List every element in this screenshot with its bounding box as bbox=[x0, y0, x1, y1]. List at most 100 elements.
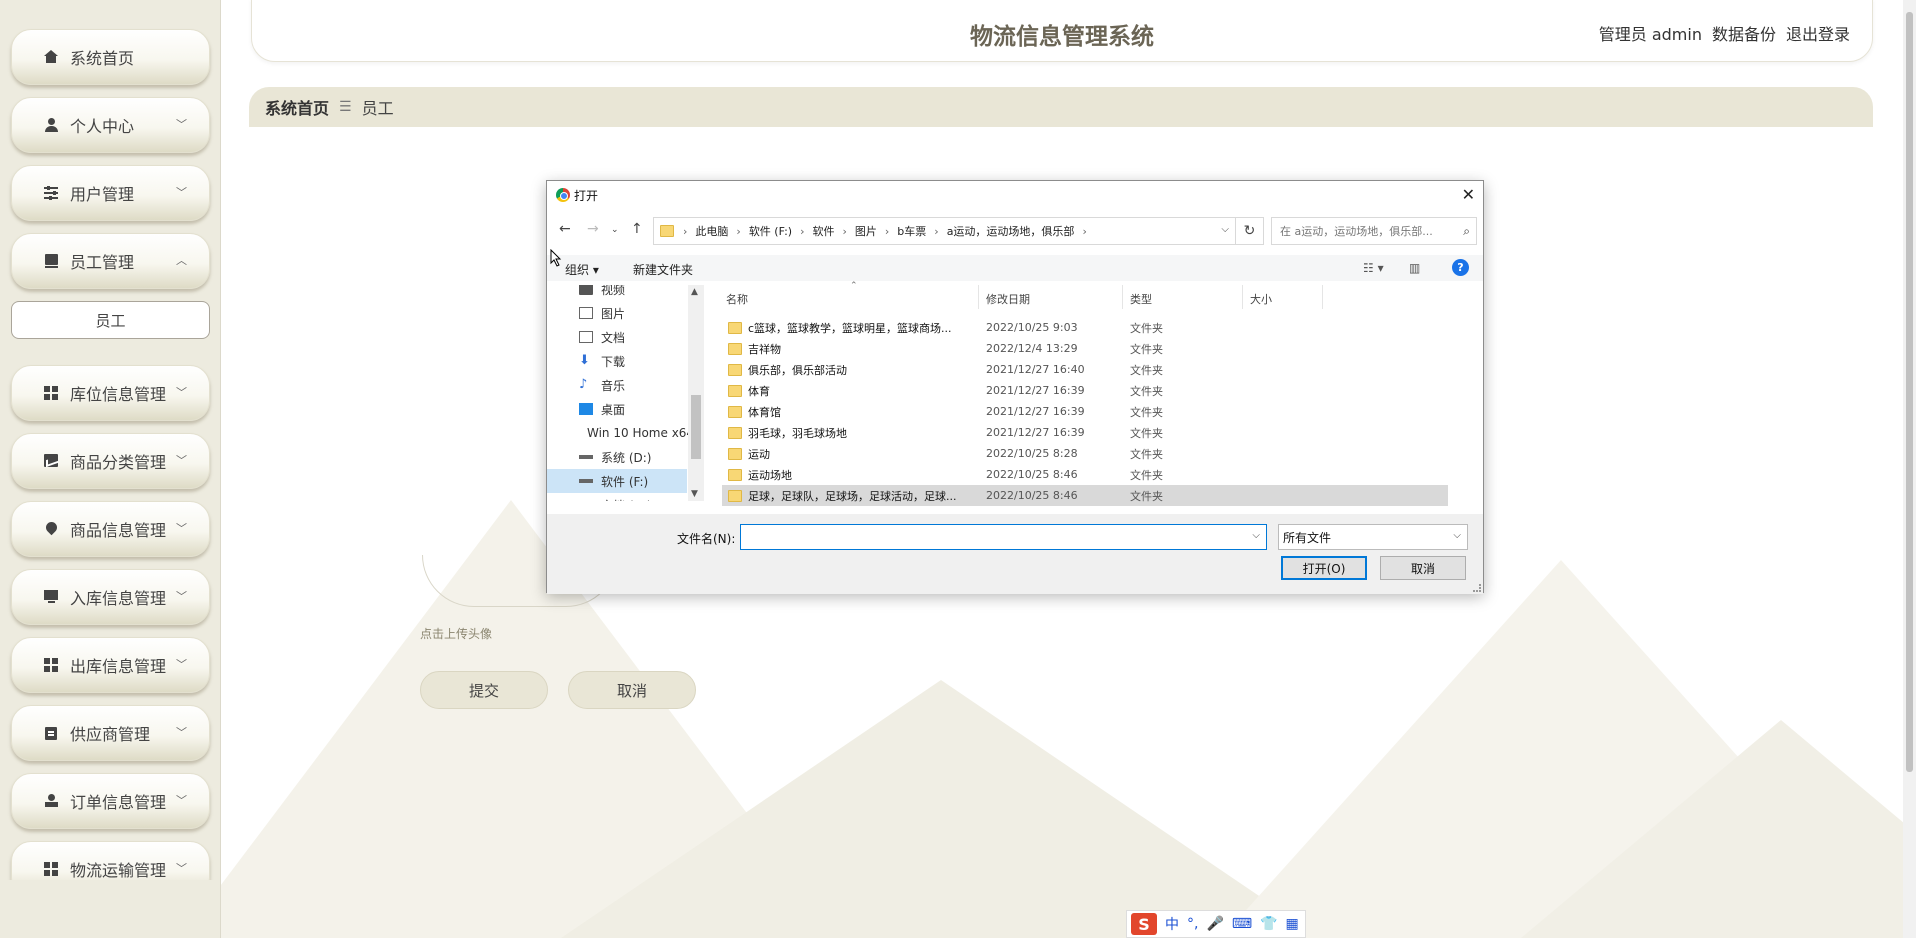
chevron-down-icon[interactable]: ⌵ bbox=[1252, 530, 1260, 541]
sogou-ime-icon[interactable]: S bbox=[1131, 913, 1157, 935]
path-crumb[interactable]: 此电脑 bbox=[690, 223, 733, 239]
path-crumb[interactable]: 图片 bbox=[850, 223, 882, 239]
toolbox-grid-icon[interactable]: ▦ bbox=[1286, 916, 1299, 932]
file-row[interactable]: 体育馆 2021/12/27 16:39 文件夹 bbox=[722, 401, 1448, 422]
sidebar-item[interactable]: 个人中心 ﹀ bbox=[11, 97, 210, 153]
nav-item-label: 桌面 bbox=[601, 402, 626, 417]
sidebar-item[interactable]: 订单信息管理 ﹀ bbox=[11, 773, 210, 829]
organize-menu[interactable]: 组织 ▾ bbox=[565, 261, 599, 278]
nav-item[interactable]: 图片 bbox=[547, 301, 687, 325]
open-button[interactable]: 打开(O) bbox=[1281, 556, 1367, 580]
file-row[interactable]: 运动 2022/10/25 8:28 文件夹 bbox=[722, 443, 1448, 464]
keyboard-icon[interactable]: ⌨ bbox=[1232, 916, 1252, 932]
path-separator-icon[interactable]: › bbox=[1079, 225, 1089, 238]
column-name[interactable]: 名称 bbox=[726, 291, 748, 307]
admin-user-link[interactable]: 管理员 admin bbox=[1599, 21, 1702, 45]
sidebar-item[interactable]: 商品分类管理 ﹀ bbox=[11, 433, 210, 489]
sidebar-item[interactable]: 用户管理 ﹀ bbox=[11, 165, 210, 221]
scroll-down-icon[interactable]: ▼ bbox=[691, 489, 698, 499]
logout-link[interactable]: 退出登录 bbox=[1786, 21, 1850, 45]
resize-grip-icon[interactable] bbox=[1473, 584, 1481, 592]
refresh-icon[interactable]: ↻ bbox=[1236, 217, 1264, 245]
address-bar[interactable]: › 此电脑 › 软件 (F:) › 软件 › 图片 › b车票 › a运动，运动场地，俱乐部 › ⌵ bbox=[653, 217, 1236, 245]
scroll-up-icon[interactable]: ▲ bbox=[691, 287, 698, 297]
filename-input[interactable]: ⌵ bbox=[740, 524, 1267, 550]
nav-scrollbar[interactable]: ▲ ▼ bbox=[688, 285, 704, 501]
ime-chinese-mode[interactable]: 中 bbox=[1165, 914, 1179, 934]
close-icon[interactable]: ✕ bbox=[1462, 185, 1475, 204]
page-scroll-thumb[interactable] bbox=[1906, 12, 1913, 772]
home-icon bbox=[44, 50, 60, 64]
folder-icon bbox=[728, 363, 742, 376]
upload-hint[interactable]: 点击上传头像 bbox=[420, 625, 492, 642]
book-icon bbox=[44, 254, 60, 268]
dialog-cancel-button[interactable]: 取消 bbox=[1380, 556, 1466, 580]
file-row[interactable]: c篮球，篮球教学，篮球明星，篮球商场... 2022/10/25 9:03 文件夹 bbox=[722, 317, 1448, 338]
path-separator-icon[interactable]: › bbox=[882, 225, 892, 238]
filetype-select[interactable]: 所有文件 ⌵ bbox=[1278, 524, 1468, 550]
path-separator-icon[interactable]: › bbox=[733, 225, 743, 238]
scroll-thumb[interactable] bbox=[691, 395, 701, 459]
file-row[interactable]: 运动场地 2022/10/25 8:46 文件夹 bbox=[722, 464, 1448, 485]
sidebar-item[interactable]: 供应商管理 ﹀ bbox=[11, 705, 210, 761]
page-scrollbar[interactable] bbox=[1903, 0, 1916, 938]
view-options-icon[interactable]: ☷ ▾ bbox=[1363, 261, 1384, 275]
sidebar-item[interactable]: 入库信息管理 ﹀ bbox=[11, 569, 210, 625]
back-arrow-icon[interactable]: ← bbox=[559, 221, 571, 237]
preview-pane-icon[interactable]: ▥ bbox=[1409, 261, 1420, 275]
column-date[interactable]: 修改日期 bbox=[986, 291, 1030, 307]
forward-arrow-icon[interactable]: → bbox=[587, 221, 599, 237]
recent-dropdown-icon[interactable]: ⌄ bbox=[611, 225, 619, 235]
column-divider[interactable] bbox=[1242, 285, 1243, 309]
skin-shirt-icon[interactable]: 👕 bbox=[1260, 916, 1277, 932]
nav-item[interactable]: 系统 (D:) bbox=[547, 445, 687, 469]
search-input[interactable]: 在 a运动，运动场地，俱乐部... ⌕ bbox=[1271, 217, 1477, 245]
path-crumb[interactable]: 软件 bbox=[807, 223, 839, 239]
sidebar-item[interactable]: 库位信息管理 ﹀ bbox=[11, 365, 210, 421]
path-separator-icon[interactable]: › bbox=[797, 225, 807, 238]
path-crumb[interactable]: 软件 (F:) bbox=[744, 223, 797, 239]
file-row[interactable]: 足球，足球队，足球场，足球活动，足球... 2022/10/25 8:46 文件夹 bbox=[722, 485, 1448, 506]
file-row[interactable]: 俱乐部，俱乐部活动 2021/12/27 16:40 文件夹 bbox=[722, 359, 1448, 380]
new-folder-button[interactable]: 新建文件夹 bbox=[633, 261, 693, 278]
microphone-icon[interactable]: 🎤 bbox=[1206, 916, 1223, 932]
nav-item[interactable]: 文档 (G:) bbox=[547, 493, 687, 502]
submit-button[interactable]: 提交 bbox=[420, 671, 548, 709]
nav-item[interactable]: ⬇ 下载 bbox=[547, 349, 687, 373]
nav-item[interactable]: 视频 bbox=[547, 285, 687, 301]
nav-item[interactable]: 文档 bbox=[547, 325, 687, 349]
file-row[interactable]: 羽毛球，羽毛球场地 2021/12/27 16:39 文件夹 bbox=[722, 422, 1448, 443]
chevron-down-icon[interactable]: ⌵ bbox=[1221, 224, 1229, 235]
sidebar-item[interactable]: 系统首页 bbox=[11, 29, 210, 85]
sidebar-item[interactable]: 商品信息管理 ﹀ bbox=[11, 501, 210, 557]
column-divider[interactable] bbox=[1122, 285, 1123, 309]
breadcrumb-home[interactable]: 系统首页 bbox=[265, 95, 329, 119]
file-type: 文件夹 bbox=[1130, 447, 1163, 461]
sidebar-item[interactable]: 出库信息管理 ﹀ bbox=[11, 637, 210, 693]
path-separator-icon[interactable]: › bbox=[680, 225, 690, 238]
sidebar-item[interactable]: 物流运输管理 ﹀ bbox=[11, 841, 210, 880]
nav-item[interactable]: 桌面 bbox=[547, 397, 687, 421]
column-type[interactable]: 类型 bbox=[1130, 291, 1152, 307]
file-row[interactable]: 体育 2021/12/27 16:39 文件夹 bbox=[722, 380, 1448, 401]
data-backup-link[interactable]: 数据备份 bbox=[1712, 21, 1776, 45]
column-divider[interactable] bbox=[1322, 285, 1323, 309]
ime-punctuation-icon[interactable]: °, bbox=[1187, 916, 1198, 932]
path-crumb[interactable]: b车票 bbox=[892, 223, 931, 239]
column-divider[interactable] bbox=[978, 285, 979, 309]
background-decoration bbox=[561, 680, 1321, 938]
path-crumb[interactable]: a运动，运动场地，俱乐部 bbox=[942, 223, 1080, 239]
up-arrow-icon[interactable]: ↑ bbox=[631, 221, 643, 237]
cancel-button[interactable]: 取消 bbox=[568, 671, 696, 709]
nav-item[interactable]: 软件 (F:) bbox=[547, 469, 687, 493]
path-separator-icon[interactable]: › bbox=[931, 225, 941, 238]
nav-item[interactable]: Win 10 Home x64 bbox=[547, 421, 689, 445]
sidebar-item[interactable]: 员工管理 ︿ bbox=[11, 233, 210, 289]
dialog-titlebar[interactable]: 打开 ✕ bbox=[547, 181, 1483, 209]
path-separator-icon[interactable]: › bbox=[839, 225, 849, 238]
sidebar-subitem-employee[interactable]: 员工 bbox=[11, 301, 210, 339]
column-size[interactable]: 大小 bbox=[1250, 291, 1272, 307]
nav-item[interactable]: ♪ 音乐 bbox=[547, 373, 687, 397]
help-icon[interactable]: ? bbox=[1452, 259, 1469, 276]
file-row[interactable]: 吉祥物 2022/12/4 13:29 文件夹 bbox=[722, 338, 1448, 359]
